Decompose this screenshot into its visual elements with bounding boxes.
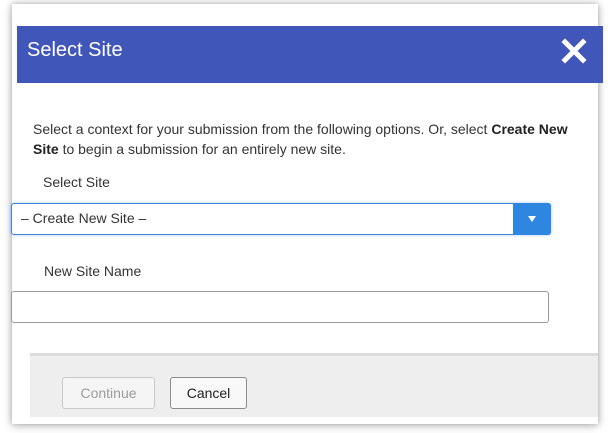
select-site-dropdown[interactable]: – Create New Site – xyxy=(11,203,551,235)
cancel-button[interactable]: Cancel xyxy=(170,377,247,409)
intro-text: Select a context for your submission fro… xyxy=(33,119,593,159)
select-site-label: Select Site xyxy=(43,174,110,190)
new-site-name-input[interactable] xyxy=(11,291,549,323)
close-x-icon xyxy=(561,38,587,64)
new-site-name-label: New Site Name xyxy=(44,263,142,279)
continue-button[interactable]: Continue xyxy=(62,377,155,409)
dropdown-toggle[interactable] xyxy=(513,203,551,235)
intro-text-after: to begin a submission for an entirely ne… xyxy=(58,141,346,157)
close-button[interactable] xyxy=(559,35,589,67)
intro-text-before: Select a context for your submission fro… xyxy=(33,121,492,137)
caret-down-icon xyxy=(528,216,536,222)
page: Select Site Select a context for your su… xyxy=(0,0,608,433)
dialog-header: Select Site xyxy=(17,26,603,83)
dialog-title: Select Site xyxy=(27,39,123,61)
dialog-footer: Continue Cancel xyxy=(30,353,598,417)
select-site-value: – Create New Site – xyxy=(21,210,147,226)
